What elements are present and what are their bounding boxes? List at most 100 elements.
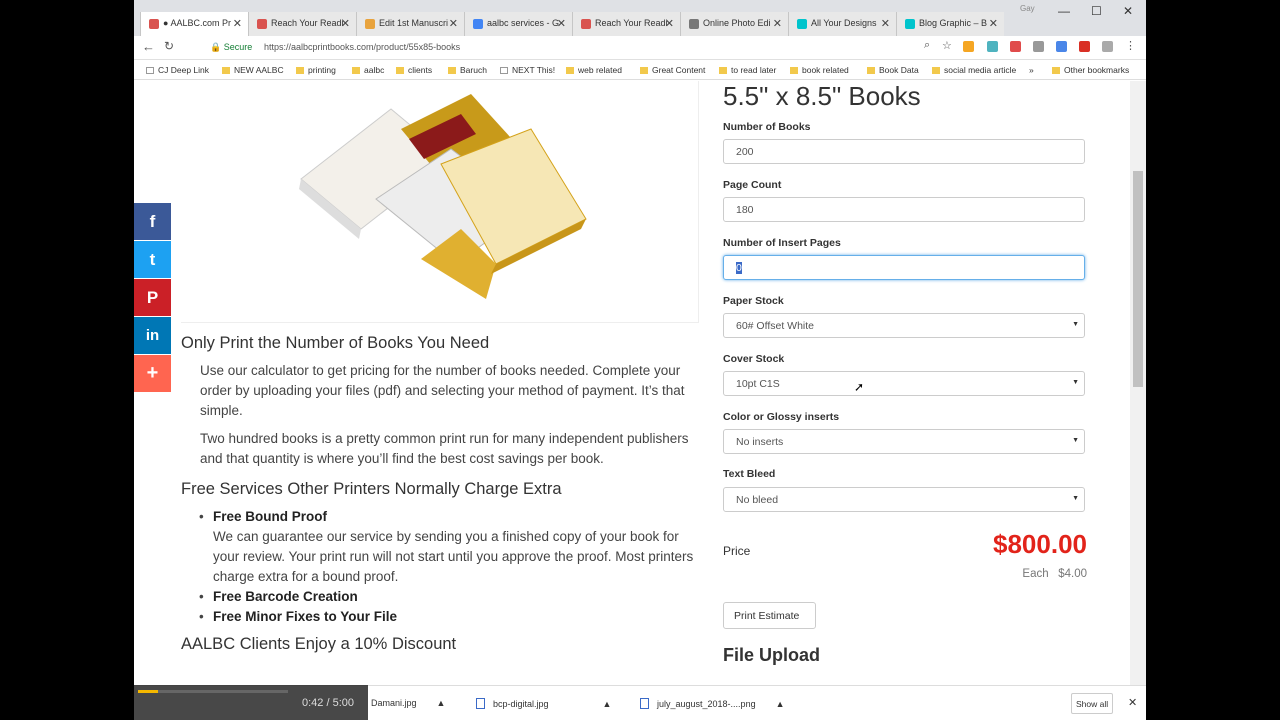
more-share-button[interactable]: + <box>134 355 171 392</box>
url-field[interactable]: https://aalbcprintbooks.com/product/55x8… <box>264 42 460 52</box>
bookmark-star-icon[interactable]: ☆ <box>942 39 952 52</box>
services-list: Free Bound Proof We can guarantee our ser… <box>199 507 701 627</box>
tab-aalbc[interactable]: ● AALBC.com Pr ✕ <box>140 12 248 37</box>
folder-icon <box>396 67 404 74</box>
bookmarks-overflow-icon[interactable]: » <box>1029 65 1034 75</box>
download-item[interactable]: Damani.jpg ▲ <box>371 698 445 708</box>
close-tab-icon[interactable]: ✕ <box>233 17 242 30</box>
tab-favicon-icon <box>257 19 267 29</box>
extension-icon[interactable] <box>963 41 974 52</box>
extension-icon[interactable] <box>1056 41 1067 52</box>
video-time: 0:42 / 5:00 <box>302 697 354 709</box>
paper-stock-select[interactable]: 60# Offset White ▼ <box>723 313 1085 338</box>
print-estimate-button[interactable]: Print Estimate <box>723 602 816 629</box>
tab-photo-editor[interactable]: Online Photo Edi ✕ <box>680 12 788 36</box>
bookmark-item[interactable]: Great Content <box>640 65 705 75</box>
field-label: Text Bleed <box>723 468 776 480</box>
profile-label[interactable]: Gay <box>1020 4 1035 13</box>
download-filename: july_august_2018-....png <box>657 699 756 709</box>
download-item[interactable]: july_august_2018-....png ▲ <box>640 698 785 709</box>
extension-icon[interactable] <box>1102 41 1113 52</box>
close-tab-icon[interactable]: ✕ <box>773 17 782 30</box>
close-window-icon[interactable]: ✕ <box>1123 4 1133 18</box>
extension-icon[interactable] <box>1079 41 1090 52</box>
secure-label: Secure <box>223 42 253 52</box>
close-tab-icon[interactable]: ✕ <box>881 17 890 30</box>
extension-icon[interactable] <box>987 41 998 52</box>
page-icon <box>146 67 154 74</box>
bookmark-item[interactable]: book related <box>790 65 849 75</box>
close-tab-icon[interactable]: ✕ <box>557 17 566 30</box>
video-progress-bar[interactable] <box>138 690 288 693</box>
bookmark-label: clients <box>408 65 433 75</box>
folder-icon <box>296 67 304 74</box>
number-of-books-input[interactable]: 200 <box>723 139 1085 164</box>
mouse-cursor-icon: ➚ <box>854 380 865 394</box>
cover-stock-select[interactable]: 10pt C1S ▼ <box>723 371 1085 396</box>
field-label: Number of Books <box>723 121 811 133</box>
twitter-share-button[interactable]: t <box>134 241 171 278</box>
extension-icon[interactable] <box>1010 41 1021 52</box>
tab-google[interactable]: aalbc services - G ✕ <box>464 12 572 36</box>
pinterest-share-button[interactable]: P <box>134 279 171 316</box>
paragraph: Two hundred books is a pretty common pri… <box>200 431 689 466</box>
bookmark-item[interactable]: Baruch <box>448 65 487 75</box>
show-all-downloads-button[interactable]: Show all <box>1071 693 1113 714</box>
dropdown-arrow-icon: ▼ <box>1072 437 1079 444</box>
scrollbar-thumb[interactable] <box>1133 171 1143 387</box>
bookmark-item[interactable]: social media article <box>932 65 1016 75</box>
reload-icon[interactable]: ↻ <box>164 39 174 53</box>
zoom-icon[interactable]: ⌕ <box>924 39 930 52</box>
download-item[interactable]: bcp-digital.jpg ▲ <box>476 698 611 709</box>
close-tab-icon[interactable]: ✕ <box>341 17 350 30</box>
glossy-inserts-select[interactable]: No inserts ▼ <box>723 429 1085 454</box>
page-content: f t P in + Only Print the Number of Book… <box>134 81 1146 685</box>
chevron-up-icon[interactable]: ▲ <box>776 699 785 709</box>
tab-reach-1[interactable]: Reach Your Readi ✕ <box>248 12 356 36</box>
bookmark-item[interactable]: NEW AALBC <box>222 65 284 75</box>
bookmark-item[interactable]: NEXT This! <box>500 65 555 75</box>
back-icon[interactable]: ← <box>142 39 155 54</box>
close-tab-icon[interactable]: ✕ <box>665 17 674 30</box>
extension-icon[interactable] <box>1033 41 1044 52</box>
linkedin-share-button[interactable]: in <box>134 317 171 354</box>
folder-icon <box>719 67 727 74</box>
field-label: Cover Stock <box>723 353 785 365</box>
tab-favicon-icon <box>473 19 483 29</box>
chevron-up-icon[interactable]: ▲ <box>603 699 612 709</box>
bookmark-item[interactable]: aalbc <box>352 65 384 75</box>
menu-icon[interactable]: ⋮ <box>1125 39 1136 52</box>
maximize-icon[interactable]: ☐ <box>1091 4 1102 18</box>
bookmark-item[interactable]: to read later <box>719 65 776 75</box>
dropdown-arrow-icon: ▼ <box>1072 379 1079 386</box>
bookmark-item[interactable]: clients <box>396 65 432 75</box>
file-upload-heading: File Upload <box>723 645 821 665</box>
tab-edit-manuscript[interactable]: Edit 1st Manuscri ✕ <box>356 12 464 36</box>
facebook-share-button[interactable]: f <box>134 203 171 240</box>
tab-reach-2[interactable]: Reach Your Readi ✕ <box>572 12 680 36</box>
each-label: Each <box>1022 568 1049 580</box>
tab-designs[interactable]: All Your Designs ✕ <box>788 12 896 36</box>
bookmark-item[interactable]: printing <box>296 65 336 75</box>
text-bleed-select[interactable]: No bleed ▼ <box>723 487 1085 512</box>
list-item-title: Free Bound Proof <box>213 509 327 524</box>
close-tab-icon[interactable]: ✕ <box>449 17 458 30</box>
close-downloads-icon[interactable]: ✕ <box>1128 696 1137 709</box>
close-tab-icon[interactable]: ✕ <box>989 17 998 30</box>
list-item-title: Free Barcode Creation <box>213 589 358 604</box>
tab-blog-graphic[interactable]: Blog Graphic – B ✕ <box>896 12 1004 36</box>
secure-indicator[interactable]: 🔒 Secure <box>210 42 252 53</box>
bookmark-label: Other bookmarks <box>1064 65 1130 75</box>
page-count-input[interactable]: 180 <box>723 197 1085 222</box>
minimize-icon[interactable]: — <box>1058 4 1070 18</box>
field-label: Color or Glossy inserts <box>723 411 840 423</box>
bookmark-item[interactable]: Book Data <box>867 65 919 75</box>
other-bookmarks[interactable]: Other bookmarks <box>1052 65 1129 75</box>
chevron-up-icon[interactable]: ▲ <box>437 698 446 708</box>
tab-favicon-icon <box>689 19 699 29</box>
bookmark-item[interactable]: CJ Deep Link <box>146 65 209 75</box>
bookmark-item[interactable]: web related <box>566 65 622 75</box>
page-scrollbar[interactable] <box>1130 81 1146 685</box>
insert-pages-input[interactable]: 0 <box>723 255 1085 280</box>
product-image <box>181 81 699 323</box>
